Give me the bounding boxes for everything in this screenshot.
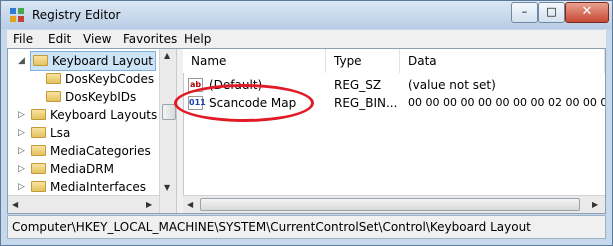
folder-icon bbox=[46, 91, 61, 102]
menu-help[interactable]: Help bbox=[184, 32, 211, 46]
menu-favorites[interactable]: Favorites bbox=[123, 32, 177, 46]
client-area: ◢ Keyboard Layout DosKeybCodes DosKeybID… bbox=[7, 48, 606, 214]
column-header-name[interactable]: Name bbox=[183, 49, 326, 73]
minimize-button[interactable]: – bbox=[511, 2, 538, 23]
value-type: REG_SZ bbox=[334, 78, 382, 92]
registry-tree: ◢ Keyboard Layout DosKeybCodes DosKeybID… bbox=[8, 49, 176, 213]
column-header-data[interactable]: Data bbox=[400, 49, 605, 73]
tree-horizontal-scrollbar[interactable]: ◀ ▶ bbox=[8, 195, 159, 213]
tree-vertical-scrollbar[interactable]: ▲ ▼ bbox=[159, 49, 176, 213]
scroll-left-icon[interactable]: ◀ bbox=[187, 200, 193, 209]
window-title: Registry Editor bbox=[32, 8, 121, 22]
scroll-thumb[interactable] bbox=[162, 104, 176, 120]
highlight-ellipse bbox=[174, 84, 314, 122]
values-list: Name Type Data ab (Default) REG_SZ (valu… bbox=[183, 49, 605, 213]
folder-icon bbox=[31, 127, 46, 138]
value-type: REG_BIN... bbox=[334, 96, 398, 110]
close-button[interactable]: ✕ bbox=[565, 2, 609, 23]
status-bar-path: Computer\HKEY_LOCAL_MACHINE\SYSTEM\Curre… bbox=[7, 215, 606, 239]
registry-editor-window: Registry Editor – □ ✕ File Edit View Fav… bbox=[0, 0, 613, 246]
tree-item-label: MediaInterfaces bbox=[50, 180, 147, 194]
menu-file[interactable]: File bbox=[13, 32, 33, 46]
folder-icon bbox=[31, 163, 46, 174]
expand-arrow-icon[interactable]: ▷ bbox=[18, 124, 25, 142]
folder-icon bbox=[31, 145, 46, 156]
expand-arrow-icon[interactable]: ▷ bbox=[18, 106, 25, 124]
close-icon: ✕ bbox=[581, 4, 593, 19]
scroll-right-icon[interactable]: ▶ bbox=[592, 200, 598, 209]
value-data: (value not set) bbox=[408, 78, 496, 92]
collapse-arrow-icon[interactable]: ◢ bbox=[18, 52, 25, 70]
list-horizontal-scrollbar[interactable]: ◀ ▶ bbox=[183, 195, 605, 213]
menu-bar: File Edit View Favorites Help bbox=[7, 30, 606, 48]
value-data: 00 00 00 00 00 00 00 00 02 00 00 00 00 0 bbox=[408, 96, 605, 109]
tree-item-doskeybids[interactable]: DosKeybIDs bbox=[46, 88, 136, 106]
tree-item-label: MediaDRM bbox=[50, 162, 114, 176]
tree-item-doskeybcodes[interactable]: DosKeybCodes bbox=[46, 70, 154, 88]
tree-item-label: Keyboard Layouts bbox=[50, 108, 158, 122]
column-header-type[interactable]: Type bbox=[326, 49, 400, 73]
menu-edit[interactable]: Edit bbox=[48, 32, 71, 46]
registry-app-icon bbox=[10, 8, 24, 22]
tree-item-label: Lsa bbox=[50, 126, 71, 140]
scroll-up-icon[interactable]: ▲ bbox=[164, 51, 170, 60]
minimize-icon: – bbox=[521, 5, 528, 18]
tree-item-label: Keyboard Layout bbox=[52, 54, 154, 68]
expand-arrow-icon[interactable]: ▷ bbox=[18, 142, 25, 160]
menu-view[interactable]: View bbox=[83, 32, 111, 46]
scroll-thumb[interactable] bbox=[200, 198, 580, 211]
maximize-icon: □ bbox=[546, 5, 557, 18]
tree-item-label: DosKeybIDs bbox=[65, 90, 137, 104]
expand-arrow-icon[interactable]: ▷ bbox=[18, 178, 25, 196]
expand-arrow-icon[interactable]: ▷ bbox=[18, 160, 25, 178]
maximize-button[interactable]: □ bbox=[538, 2, 565, 23]
scroll-right-icon[interactable]: ▶ bbox=[146, 200, 152, 209]
folder-icon bbox=[31, 181, 46, 192]
title-bar[interactable]: Registry Editor – □ ✕ bbox=[1, 1, 612, 29]
folder-icon bbox=[46, 73, 61, 84]
scroll-left-icon[interactable]: ◀ bbox=[12, 200, 18, 209]
folder-icon bbox=[31, 109, 46, 120]
tree-item-label: DosKeybCodes bbox=[65, 72, 155, 86]
tree-item-label: MediaCategories bbox=[50, 144, 151, 158]
folder-icon bbox=[33, 55, 48, 66]
scroll-down-icon[interactable]: ▼ bbox=[164, 183, 170, 192]
